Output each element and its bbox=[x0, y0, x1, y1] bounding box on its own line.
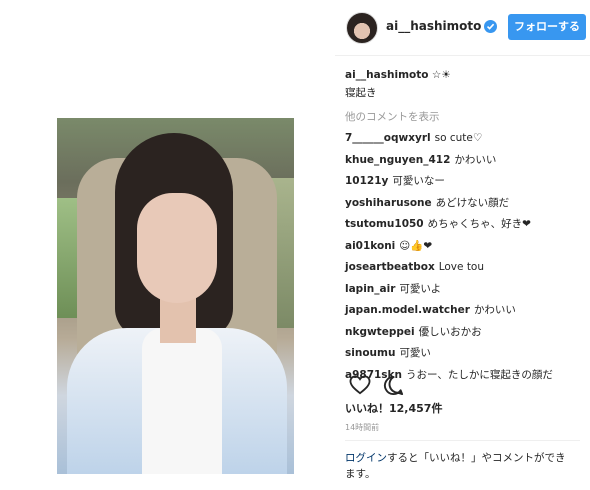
follow-button[interactable]: フォローする bbox=[508, 14, 586, 40]
comment-username[interactable]: 7______oqwxyrl bbox=[345, 132, 431, 144]
comment-text: 可愛いなー bbox=[392, 175, 445, 187]
comment-username[interactable]: tsutomu1050 bbox=[345, 218, 424, 230]
comment-list: 7______oqwxyrl so cute♡ khue_nguyen_412 かわ… bbox=[345, 130, 585, 388]
comment-text: ☺👍❤ bbox=[399, 239, 433, 252]
post-header: ai__hashimoto フォローする bbox=[335, 0, 590, 56]
post-photo[interactable] bbox=[57, 118, 294, 474]
comment-text: so cute♡ bbox=[434, 132, 483, 144]
comment-username[interactable]: joseartbeatbox bbox=[345, 261, 435, 273]
caption-line2: 寝起き bbox=[345, 87, 377, 99]
comment-username[interactable]: yoshiharusone bbox=[345, 197, 432, 209]
instagram-post: ai__hashimoto フォローする ai__hashimoto ☆☀ 寝起… bbox=[0, 0, 590, 490]
t-shirt bbox=[142, 328, 222, 474]
comment-item: 7______oqwxyrl so cute♡ bbox=[345, 130, 585, 152]
comment-username[interactable]: sinoumu bbox=[345, 347, 395, 359]
like-count[interactable]: いいね！12,457件 bbox=[345, 400, 442, 416]
comment-text: Love tou bbox=[438, 261, 485, 273]
comment-text: かわいい bbox=[454, 153, 497, 166]
comment-item: nkgwteppei 優しいおかお bbox=[345, 324, 585, 346]
comment-text: 可愛いよ bbox=[399, 282, 442, 295]
verified-badge-icon bbox=[484, 20, 497, 33]
comment-text: かわいい bbox=[473, 304, 516, 316]
avatar[interactable] bbox=[346, 12, 378, 44]
caption: ai__hashimoto ☆☀ bbox=[345, 69, 585, 81]
comment-item: ai01koni ☺👍❤ bbox=[345, 238, 585, 260]
comment-text: めちゃくちゃ、好き❤ bbox=[427, 218, 531, 230]
caption-text: ☆☀ bbox=[431, 69, 451, 81]
load-more-comments-link[interactable]: 他のコメントを表示 bbox=[345, 109, 440, 124]
comment-username[interactable]: japan.model.watcher bbox=[345, 304, 470, 316]
caption-username[interactable]: ai__hashimoto bbox=[345, 69, 428, 81]
comment-item: 10121y 可愛いなー bbox=[345, 173, 585, 195]
comment-item: joseartbeatbox Love tou bbox=[345, 259, 585, 281]
comment-icon[interactable] bbox=[383, 375, 404, 399]
comment-item: sinoumu 可愛い bbox=[345, 345, 585, 367]
comment-text: 優しいおかお bbox=[418, 325, 482, 338]
comment-username[interactable]: 10121y bbox=[345, 175, 388, 187]
action-bar bbox=[345, 373, 585, 397]
comment-item: japan.model.watcher かわいい bbox=[345, 302, 585, 324]
comment-item: khue_nguyen_412 かわいい bbox=[345, 152, 585, 174]
divider bbox=[345, 440, 580, 441]
post-sidebar: ai__hashimoto フォローする ai__hashimoto ☆☀ 寝起… bbox=[335, 0, 590, 490]
comment-text: 可愛い bbox=[399, 347, 431, 359]
comment-username[interactable]: ai01koni bbox=[345, 240, 395, 252]
login-prompt: ログインすると「いいね！」やコメントができます。 bbox=[345, 450, 570, 482]
face bbox=[137, 193, 217, 303]
comment-item: yoshiharusone あどけない顔だ bbox=[345, 195, 585, 217]
comment-text: あどけない顔だ bbox=[435, 196, 510, 209]
timestamp: 14時間前 bbox=[345, 423, 380, 432]
comment-username[interactable]: nkgwteppei bbox=[345, 326, 415, 338]
photo-area bbox=[0, 0, 330, 490]
comment-item: lapin_air 可愛いよ bbox=[345, 281, 585, 303]
comment-username[interactable]: lapin_air bbox=[345, 283, 395, 295]
login-link[interactable]: ログイン bbox=[345, 452, 387, 464]
heart-icon[interactable] bbox=[349, 375, 371, 398]
comment-username[interactable]: khue_nguyen_412 bbox=[345, 154, 450, 166]
comment-item: tsutomu1050 めちゃくちゃ、好き❤ bbox=[345, 216, 585, 238]
header-username[interactable]: ai__hashimoto bbox=[386, 19, 481, 33]
